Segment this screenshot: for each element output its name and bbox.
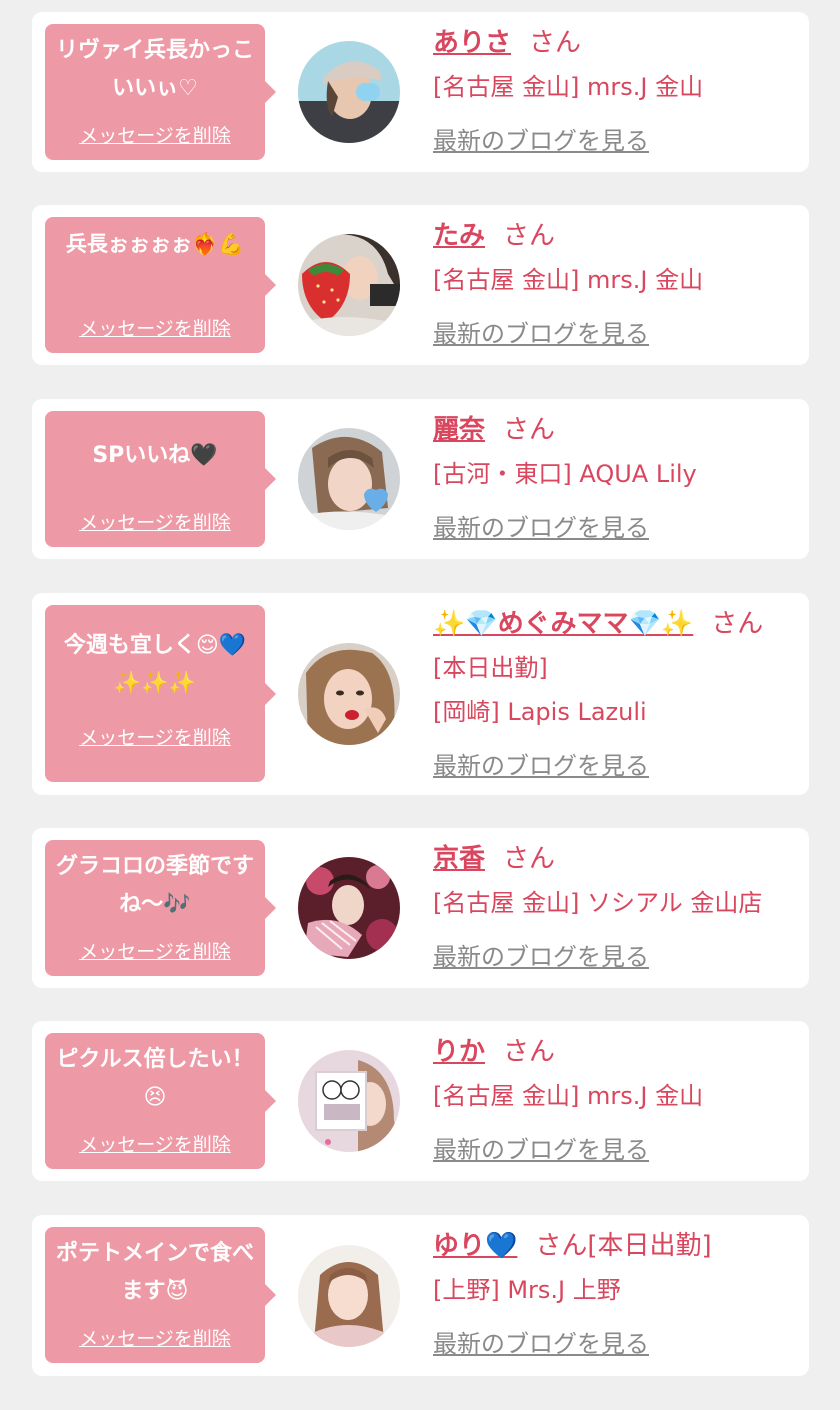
- message-text: SPいいね🖤: [92, 443, 218, 468]
- avatar[interactable]: [298, 41, 400, 143]
- sender-name-link[interactable]: りか: [433, 1037, 485, 1067]
- woman-selfie-photo: [298, 643, 400, 745]
- avatar[interactable]: [298, 643, 400, 745]
- latest-blog-link[interactable]: 最新のブログを見る: [433, 1133, 649, 1167]
- woman-with-strawberry-photo: [298, 234, 400, 336]
- latest-blog-link[interactable]: 最新のブログを見る: [433, 749, 649, 783]
- avatar[interactable]: [298, 1245, 400, 1347]
- latest-blog-link[interactable]: 最新のブログを見る: [433, 317, 649, 351]
- delete-message-button[interactable]: メッセージを削除: [45, 1130, 265, 1157]
- shop-label: [名古屋 金山] mrs.J 金山: [433, 73, 704, 101]
- delete-message-button[interactable]: メッセージを削除: [45, 937, 265, 964]
- shop-label: [名古屋 金山] mrs.J 金山: [433, 1082, 704, 1110]
- message-bubble: リヴァイ兵長かっこいいぃ♡ メッセージを削除: [45, 24, 276, 160]
- sender-name-link[interactable]: ✨💎めぐみママ💎✨: [433, 609, 693, 639]
- delete-message-button[interactable]: メッセージを削除: [45, 314, 265, 341]
- message-bubble: 兵長ぉぉぉぉ❤️‍🔥💪 メッセージを削除: [45, 217, 276, 353]
- avatar[interactable]: [298, 1050, 400, 1152]
- sender-name-link[interactable]: 京香: [433, 844, 485, 874]
- sender-info: たみ さん [名古屋 金山] mrs.J 金山 最新のブログを見る: [433, 219, 799, 351]
- honorific-label: さん: [503, 844, 556, 874]
- honorific-label: さん: [503, 415, 556, 445]
- woman-with-cap-photo: [298, 41, 400, 143]
- message-bubble: ポテトメインで食べます😈 メッセージを削除: [45, 1227, 276, 1363]
- woman-with-sticker-photo: [298, 1050, 400, 1152]
- shop-label: [古河・東口] AQUA Lily: [433, 460, 697, 488]
- message-card: ポテトメインで食べます😈 メッセージを削除 ゆり💙 さん[本日出勤] [上野] M…: [32, 1215, 809, 1376]
- delete-message-button[interactable]: メッセージを削除: [45, 723, 265, 750]
- shop-label: [上野] Mrs.J 上野: [433, 1276, 621, 1304]
- shop-label: [名古屋 金山] ソシアル 金山店: [433, 889, 763, 917]
- delete-message-button[interactable]: メッセージを削除: [45, 1324, 265, 1351]
- sender-name-link[interactable]: たみ: [433, 221, 485, 251]
- message-bubble: SPいいね🖤 メッセージを削除: [45, 411, 276, 547]
- honorific-label: さん: [503, 1037, 556, 1067]
- delete-message-button[interactable]: メッセージを削除: [45, 121, 265, 148]
- sender-info: 麗奈 さん [古河・東口] AQUA Lily 最新のブログを見る: [433, 413, 799, 545]
- message-text: ピクルス倍したい！😣: [56, 1047, 254, 1110]
- message-list: リヴァイ兵長かっこいいぃ♡ メッセージを削除 ありさ さん [名古屋 金山] mr…: [0, 0, 840, 1410]
- sender-name-link[interactable]: 麗奈: [433, 415, 485, 445]
- message-card: ピクルス倍したい！😣 メッセージを削除 りか さん [名古屋 金山] mrs.J …: [32, 1021, 809, 1181]
- avatar[interactable]: [298, 428, 400, 530]
- message-card: 兵長ぉぉぉぉ❤️‍🔥💪 メッセージを削除 たみさん [名古屋: [32, 205, 809, 365]
- attendance-status: [本日出勤]: [433, 654, 548, 682]
- sender-info: ありさ さん [名古屋 金山] mrs.J 金山 最新のブログを見る: [433, 26, 799, 158]
- avatar[interactable]: [298, 234, 400, 336]
- woman-portrait-photo: [298, 1245, 400, 1347]
- message-text: リヴァイ兵長かっこいいぃ♡: [55, 38, 254, 101]
- shop-label: [岡崎] Lapis Lazuli: [433, 698, 647, 726]
- sender-info: ゆり💙 さん[本日出勤] [上野] Mrs.J 上野 最新のブログを見る: [433, 1229, 799, 1361]
- latest-blog-link[interactable]: 最新のブログを見る: [433, 511, 649, 545]
- latest-blog-link[interactable]: 最新のブログを見る: [433, 1327, 649, 1361]
- message-text: 今週も宜しく😌💙✨✨✨: [63, 633, 247, 696]
- woman-with-heart-sticker-photo: [298, 428, 400, 530]
- delete-message-button[interactable]: メッセージを削除: [45, 508, 265, 535]
- sender-info: ✨💎めぐみママ💎✨ さん [本日出勤] [岡崎] Lapis Lazuli 最新の…: [433, 607, 799, 783]
- sender-info: りか さん [名古屋 金山] mrs.J 金山 最新のブログを見る: [433, 1035, 799, 1167]
- message-text: グラコロの季節ですね〜🎶: [55, 854, 254, 917]
- latest-blog-link[interactable]: 最新のブログを見る: [433, 124, 649, 158]
- latest-blog-link[interactable]: 最新のブログを見る: [433, 940, 649, 974]
- shop-label: [名古屋 金山] mrs.J 金山: [433, 266, 704, 294]
- honorific-label: さん: [503, 221, 556, 251]
- honorific-label: さん: [711, 609, 764, 639]
- message-card: 今週も宜しく😌💙✨✨✨ メッセージを削除 ✨💎めぐみママ💎✨ さん [本日出勤] …: [32, 593, 809, 795]
- message-card: グラコロの季節ですね〜🎶 メッセージを削除 京香 さん [名古屋 金山] ソシアル…: [32, 828, 809, 988]
- message-bubble: グラコロの季節ですね〜🎶 メッセージを削除: [45, 840, 276, 976]
- message-bubble: ピクルス倍したい！😣 メッセージを削除: [45, 1033, 276, 1169]
- avatar[interactable]: [298, 857, 400, 959]
- honorific-label: さん: [529, 28, 582, 58]
- sender-name-link[interactable]: ありさ: [433, 28, 511, 58]
- sender-name-link[interactable]: ゆり💙: [433, 1231, 517, 1261]
- sender-info: 京香 さん [名古屋 金山] ソシアル 金山店 最新のブログを見る: [433, 842, 799, 974]
- message-card: リヴァイ兵長かっこいいぃ♡ メッセージを削除 ありさ さん [名古屋 金山] mr…: [32, 12, 809, 172]
- message-card: SPいいね🖤 メッセージを削除 麗奈 さん [古河・東口] AQUA Lily 最…: [32, 399, 809, 559]
- message-bubble: 今週も宜しく😌💙✨✨✨ メッセージを削除: [45, 605, 276, 782]
- honorific-label: さん[本日出勤]: [535, 1231, 712, 1261]
- message-text: ポテトメインで食べます😈: [55, 1241, 254, 1304]
- woman-in-kimono-photo: [298, 857, 400, 959]
- message-text: 兵長ぉぉぉぉ❤️‍🔥💪: [65, 232, 245, 256]
